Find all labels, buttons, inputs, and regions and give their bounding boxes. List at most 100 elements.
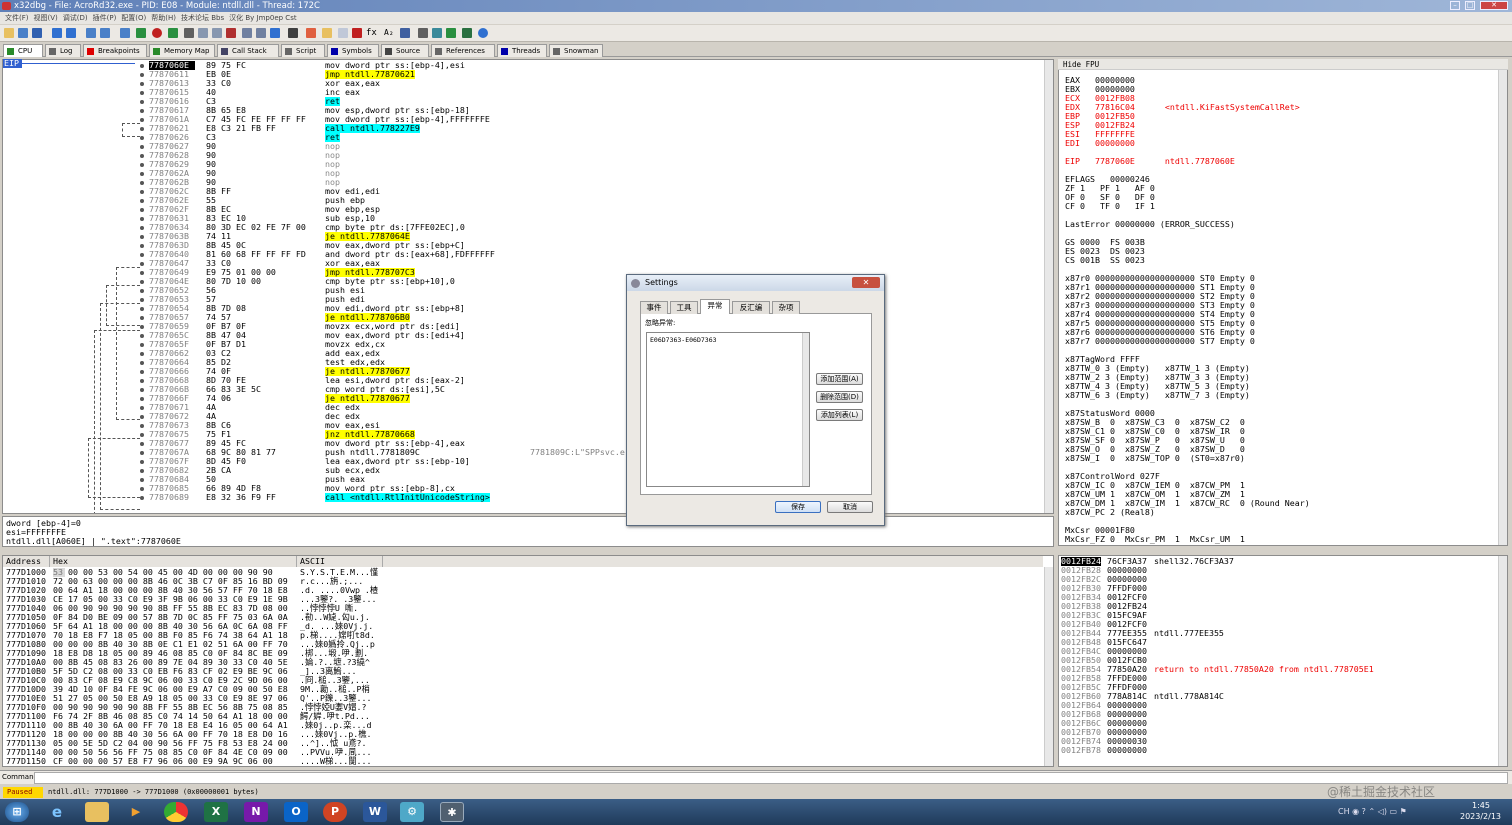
calls-icon[interactable] bbox=[212, 28, 222, 38]
app-icon-colorful[interactable]: ⚙ bbox=[400, 802, 424, 822]
dialog-tab[interactable]: 事件 bbox=[640, 301, 668, 314]
menu-item[interactable]: 帮助(H) bbox=[151, 14, 176, 22]
tab-call-stack[interactable]: Call Stack bbox=[217, 44, 279, 57]
breakpoint-dot[interactable] bbox=[140, 262, 144, 266]
breakpoint-dot[interactable] bbox=[140, 100, 144, 104]
step-into-icon[interactable] bbox=[86, 28, 96, 38]
patch-icon[interactable] bbox=[226, 28, 236, 38]
breakpoint-dot[interactable] bbox=[140, 253, 144, 257]
breakpoint-dot[interactable] bbox=[140, 307, 144, 311]
explorer-icon[interactable] bbox=[85, 802, 109, 822]
script-icon[interactable] bbox=[338, 28, 348, 38]
register-line[interactable]: CF 0 TF 0 IF 1 bbox=[1065, 202, 1155, 211]
font-icon[interactable]: A₂ bbox=[384, 28, 394, 38]
register-line[interactable]: EIP 7787060E ntdll.7787060E bbox=[1065, 157, 1235, 166]
functions-icon[interactable] bbox=[288, 28, 298, 38]
ie-icon[interactable]: e bbox=[45, 802, 69, 822]
breakpoint-dot[interactable] bbox=[140, 82, 144, 86]
dialog-tab[interactable]: 异常 bbox=[700, 299, 730, 314]
dump-scrollbar[interactable] bbox=[1044, 567, 1053, 766]
tab-memory-map[interactable]: Memory Map bbox=[149, 44, 215, 57]
menu-item[interactable]: 技术论坛 Bbs bbox=[181, 14, 224, 22]
breakpoint-dot[interactable] bbox=[140, 379, 144, 383]
tab-symbols[interactable]: Symbols bbox=[327, 44, 379, 57]
about-icon[interactable] bbox=[478, 28, 488, 38]
tab-threads[interactable]: Threads bbox=[497, 44, 547, 57]
add-last-button[interactable]: 添加列表(L) bbox=[816, 409, 863, 421]
tab-snowman[interactable]: Snowman bbox=[549, 44, 603, 57]
breakpoint-dot[interactable] bbox=[140, 154, 144, 158]
menu-item[interactable]: 配置(O) bbox=[121, 14, 146, 22]
menu-item[interactable]: 视图(V) bbox=[34, 14, 58, 22]
breakpoint-dot[interactable] bbox=[140, 91, 144, 95]
menu-item[interactable]: 汉化 By Jmp0ep Cst bbox=[229, 14, 296, 22]
dump-col-address[interactable]: Address bbox=[3, 556, 50, 567]
breakpoint-dot[interactable] bbox=[140, 181, 144, 185]
memory-icon[interactable] bbox=[198, 28, 208, 38]
breakpoint-dot[interactable] bbox=[140, 73, 144, 77]
breakpoint-dot[interactable] bbox=[140, 190, 144, 194]
breakpoint-dot[interactable] bbox=[140, 172, 144, 176]
register-line[interactable]: CS 001B SS 0023 bbox=[1065, 256, 1145, 265]
breakpoint-dot[interactable] bbox=[140, 199, 144, 203]
register-line[interactable]: LastError 00000000 (ERROR_SUCCESS) bbox=[1065, 220, 1235, 229]
breakpoint-dot[interactable] bbox=[140, 127, 144, 131]
dump-col-ascii[interactable]: ASCII bbox=[297, 556, 383, 567]
breakpoint-dot[interactable] bbox=[140, 352, 144, 356]
menu-item[interactable]: 调试(D) bbox=[63, 14, 88, 22]
disasm-row[interactable]: 77870689 E8 32 36 F9 FF call <ntdll.RtlIni… bbox=[3, 493, 1043, 502]
tab-cpu[interactable]: CPU bbox=[3, 44, 43, 57]
fx-icon[interactable]: fx bbox=[366, 28, 377, 38]
maximize-button[interactable]: □ bbox=[1465, 1, 1475, 10]
breakpoint-dot[interactable] bbox=[140, 64, 144, 68]
tab-breakpoints[interactable]: Breakpoints bbox=[83, 44, 147, 57]
breakpoint-dot[interactable] bbox=[140, 226, 144, 230]
breakpoint-dot[interactable] bbox=[140, 442, 144, 446]
breakpoint-dot[interactable] bbox=[140, 289, 144, 293]
breakpoint-dot[interactable] bbox=[140, 469, 144, 473]
breakpoint-dot[interactable] bbox=[140, 136, 144, 140]
registers-scrollbar[interactable] bbox=[1498, 60, 1507, 545]
memory-dump-pane[interactable]: Address Hex ASCII 777D1000 53 00 00 53 00… bbox=[2, 555, 1054, 767]
breakpoint-dot[interactable] bbox=[140, 397, 144, 401]
register-line[interactable]: x87r7 00000000000000000000 ST7 Empty 0 bbox=[1065, 337, 1255, 346]
tab-log[interactable]: Log bbox=[45, 44, 81, 57]
run-icon[interactable] bbox=[52, 28, 62, 38]
breakpoint-dot[interactable] bbox=[140, 334, 144, 338]
stack-pane[interactable]: 0012FB24 76CF3A37 shell32.76CF3A37 0012FB28… bbox=[1058, 555, 1508, 767]
trace-into-icon[interactable] bbox=[120, 28, 130, 38]
outlook-icon[interactable]: O bbox=[284, 802, 308, 822]
register-line[interactable]: x87TW_6 3 (Empty) x87TW_7 3 (Empty) bbox=[1065, 391, 1250, 400]
plugins-icon[interactable] bbox=[432, 28, 442, 38]
breakpoint-dot[interactable] bbox=[140, 163, 144, 167]
run-to-user-code-icon[interactable] bbox=[168, 28, 178, 38]
breakpoint-dot[interactable] bbox=[140, 370, 144, 374]
menu-item[interactable]: 文件(F) bbox=[5, 14, 29, 22]
breakpoint-dot[interactable] bbox=[140, 343, 144, 347]
register-line[interactable]: x87CW_PC 2 (Real8) bbox=[1065, 508, 1155, 517]
onenote-icon[interactable]: N bbox=[244, 802, 268, 822]
disassembly-pane[interactable]: 7787060E 89 75 FC mov dword ptr ss:[ebp-4]… bbox=[2, 59, 1054, 514]
labels-icon[interactable] bbox=[256, 28, 266, 38]
breakpoint-dot[interactable] bbox=[140, 460, 144, 464]
breakpoint-dot[interactable] bbox=[140, 217, 144, 221]
breakpoint-dot[interactable] bbox=[140, 388, 144, 392]
graph-icon[interactable] bbox=[462, 28, 472, 38]
register-line[interactable]: MxCsr_FZ 0 MxCsr_PM 1 MxCsr_UM 1 bbox=[1065, 535, 1245, 544]
hide-fpu-toggle[interactable]: Hide FPU bbox=[1058, 59, 1508, 70]
register-line[interactable]: EDI 00000000 bbox=[1065, 139, 1135, 148]
restart-icon[interactable] bbox=[18, 28, 28, 38]
minimize-button[interactable]: – bbox=[1450, 1, 1460, 10]
open-icon[interactable] bbox=[4, 28, 14, 38]
delete-range-button[interactable]: 删除范围(D) bbox=[816, 391, 863, 403]
close-button[interactable]: ✕ bbox=[1480, 1, 1508, 10]
pause-icon[interactable] bbox=[66, 28, 76, 38]
disassembly-scrollbar[interactable] bbox=[1044, 60, 1053, 513]
add-range-button[interactable]: 添加范围(A) bbox=[816, 373, 863, 385]
breakpoint-dot[interactable] bbox=[140, 496, 144, 500]
breakpoint-dot[interactable] bbox=[140, 235, 144, 239]
strings-icon[interactable] bbox=[400, 28, 410, 38]
highlight-icon[interactable] bbox=[306, 28, 316, 38]
excel-icon[interactable]: X bbox=[204, 802, 228, 822]
register-line[interactable]: x87SW_I 0 x87SW_TOP 0 (ST0=x87r0) bbox=[1065, 454, 1245, 463]
